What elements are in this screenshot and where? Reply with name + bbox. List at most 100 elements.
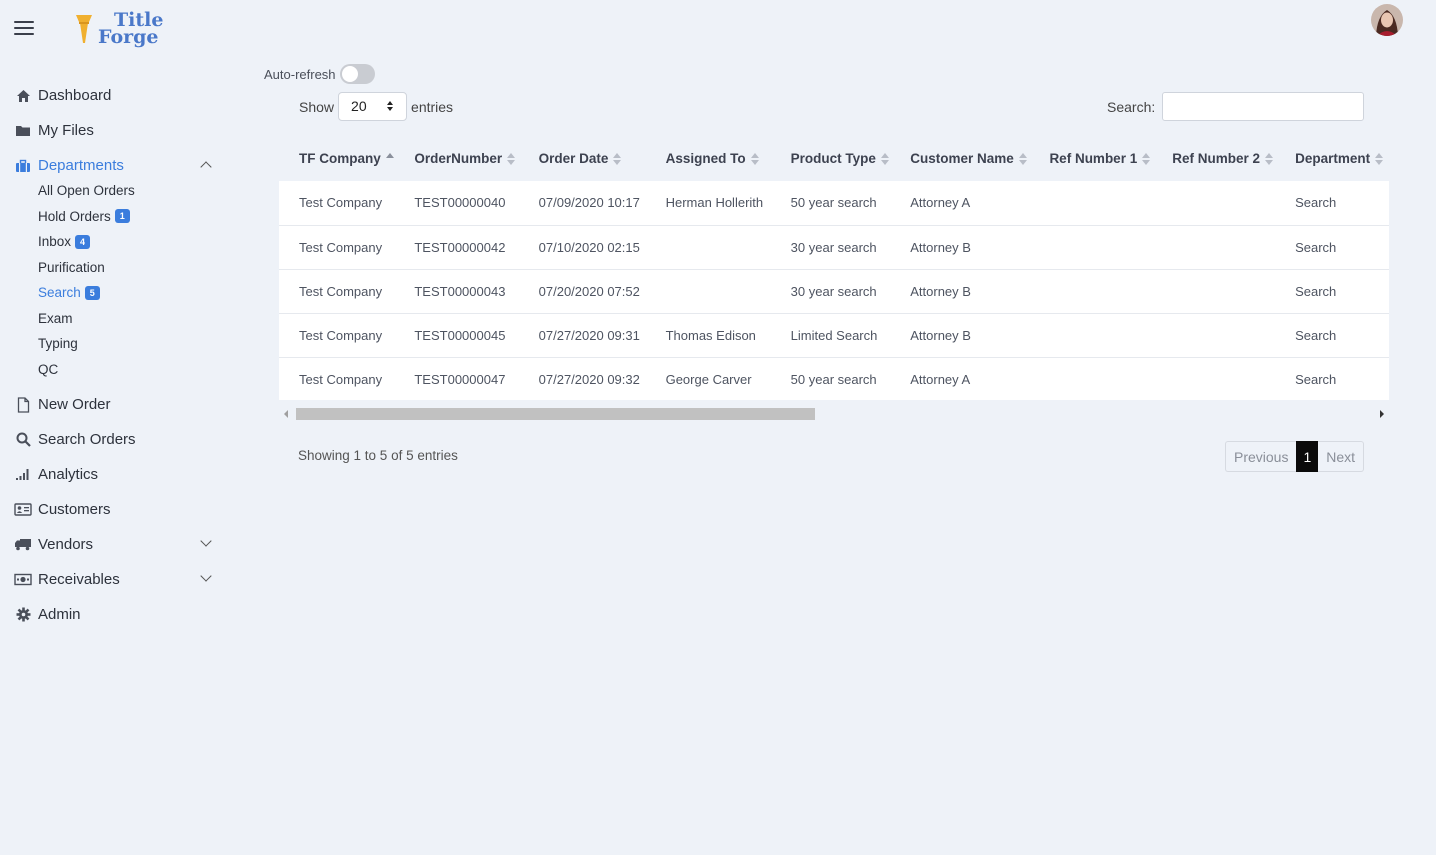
table-cell: TEST00000043 bbox=[394, 269, 519, 314]
auto-refresh-label: Auto-refresh bbox=[264, 66, 336, 82]
search-input[interactable] bbox=[1162, 92, 1365, 121]
subitem-label: All Open Orders bbox=[38, 183, 135, 199]
table-row[interactable]: Test Company TEST00000043 07/20/2020 07:… bbox=[279, 269, 1389, 314]
sidebar-item-label: New Order bbox=[38, 396, 111, 413]
table-cell bbox=[645, 225, 771, 270]
table-cell: 07/09/2020 10:17 bbox=[518, 181, 646, 226]
sidebar-subitem-purification[interactable]: Purification bbox=[38, 255, 232, 281]
sidebar-item-search-orders[interactable]: Search Orders bbox=[0, 422, 232, 457]
sidebar-subitem-inbox[interactable]: Inbox 4 bbox=[38, 229, 232, 255]
sidebar-subitem-search[interactable]: Search 5 bbox=[38, 280, 232, 306]
logo[interactable]: Title Forge bbox=[74, 11, 163, 48]
table-cell: TEST00000042 bbox=[394, 225, 519, 270]
subitem-label: Typing bbox=[38, 336, 78, 352]
sidebar-item-my-files[interactable]: My Files bbox=[0, 113, 232, 148]
table-row[interactable]: Test Company TEST00000042 07/10/2020 02:… bbox=[279, 225, 1389, 270]
sort-icon bbox=[1375, 153, 1384, 166]
id-card-icon bbox=[14, 502, 32, 518]
sidebar-nav: Dashboard My Files Departments bbox=[0, 78, 232, 183]
departments-subnav: All Open Orders Hold Orders 1 Inbox 4 Pu… bbox=[0, 178, 232, 382]
table-cell: Test Company bbox=[279, 225, 395, 270]
table-cell bbox=[1152, 357, 1276, 400]
column-header-label: Customer Name bbox=[910, 151, 1014, 166]
entries-label: entries bbox=[411, 98, 454, 115]
chevron-down-icon[interactable] bbox=[200, 535, 212, 547]
sort-icon bbox=[880, 153, 889, 166]
money-bill-icon bbox=[14, 572, 32, 588]
table-cell: TEST00000047 bbox=[394, 357, 519, 400]
subitem-label: Purification bbox=[38, 259, 105, 275]
search-label: Search: bbox=[1107, 98, 1156, 115]
show-label: Show bbox=[299, 98, 335, 115]
briefcase-icon bbox=[14, 158, 32, 174]
table-cell: Attorney B bbox=[890, 269, 1030, 314]
column-header-label: Assigned To bbox=[665, 151, 746, 166]
column-header-assigned-to[interactable]: Assigned To bbox=[646, 136, 771, 181]
column-header-ref-number-1[interactable]: Ref Number 1 bbox=[1029, 136, 1152, 181]
sidebar: Title Forge Dashboard My Files Departmen… bbox=[0, 0, 232, 855]
column-header-label: Department bbox=[1295, 151, 1371, 166]
table-cell: 07/20/2020 07:52 bbox=[518, 269, 646, 314]
column-header-ref-number-2[interactable]: Ref Number 2 bbox=[1152, 136, 1275, 181]
sidebar-item-receivables[interactable]: Receivables bbox=[0, 562, 232, 597]
scrollbar-thumb[interactable] bbox=[296, 408, 815, 420]
table-cell bbox=[1152, 269, 1276, 314]
logo-line2: Forge bbox=[98, 26, 159, 48]
sidebar-item-admin[interactable]: Admin bbox=[0, 597, 232, 632]
sort-icon bbox=[507, 153, 516, 166]
table-cell: TEST00000040 bbox=[394, 181, 519, 226]
sidebar-item-vendors[interactable]: Vendors bbox=[0, 527, 232, 562]
table-horizontal-scrollbar[interactable] bbox=[279, 405, 1389, 423]
sidebar-item-new-order[interactable]: New Order bbox=[0, 387, 232, 422]
table-cell bbox=[645, 269, 771, 314]
sidebar-item-label: My Files bbox=[38, 122, 94, 139]
sidebar-item-label: Receivables bbox=[38, 571, 120, 588]
chevron-down-icon[interactable] bbox=[200, 570, 212, 582]
sidebar-subitem-exam[interactable]: Exam bbox=[38, 306, 232, 332]
subitem-label: Exam bbox=[38, 310, 73, 326]
table-cell: Attorney B bbox=[890, 225, 1030, 270]
page-1-button[interactable]: 1 bbox=[1296, 441, 1319, 472]
table-row[interactable]: Test Company TEST00000045 07/27/2020 09:… bbox=[279, 313, 1389, 358]
column-header-customer-name[interactable]: Customer Name bbox=[890, 136, 1029, 181]
chevron-up-icon[interactable] bbox=[200, 161, 212, 173]
sidebar-item-label: Search Orders bbox=[38, 431, 136, 448]
column-header-department[interactable]: Department bbox=[1275, 136, 1389, 181]
column-header-order-date[interactable]: Order Date bbox=[519, 136, 646, 181]
column-header-product-type[interactable]: Product Type bbox=[771, 136, 891, 181]
next-page-button[interactable]: Next bbox=[1318, 441, 1365, 472]
table-cell: Search bbox=[1275, 181, 1389, 226]
sort-icon bbox=[750, 153, 759, 166]
sidebar-subitem-qc[interactable]: QC bbox=[38, 357, 232, 383]
scroll-right-arrow-icon[interactable] bbox=[1380, 410, 1384, 418]
entries-select-value: 20 bbox=[351, 98, 367, 114]
column-header-order-number[interactable]: OrderNumber bbox=[394, 136, 518, 181]
user-avatar[interactable] bbox=[1371, 4, 1403, 36]
hamburger-menu-icon[interactable] bbox=[14, 21, 34, 35]
table-cell: 07/27/2020 09:32 bbox=[518, 357, 646, 400]
entries-select[interactable]: 20 bbox=[338, 92, 408, 121]
page-length-control: Show 20 entries bbox=[299, 92, 453, 121]
scroll-left-arrow-icon[interactable] bbox=[284, 410, 288, 418]
previous-page-button[interactable]: Previous bbox=[1225, 441, 1297, 472]
sidebar-item-customers[interactable]: Customers bbox=[0, 492, 232, 527]
table-cell: 50 year search bbox=[770, 181, 891, 226]
file-icon bbox=[14, 396, 32, 413]
sidebar-item-analytics[interactable]: Analytics bbox=[0, 457, 232, 492]
auto-refresh-toggle[interactable] bbox=[339, 64, 375, 84]
sidebar-subitem-all-open-orders[interactable]: All Open Orders bbox=[38, 178, 232, 204]
table-cell: 30 year search bbox=[770, 225, 891, 270]
table-info: Showing 1 to 5 of 5 entries bbox=[298, 448, 458, 463]
table-row[interactable]: Test Company TEST00000047 07/27/2020 09:… bbox=[279, 357, 1389, 400]
sidebar-nav-lower: New Order Search Orders Analytics Custom… bbox=[0, 387, 232, 632]
sidebar-subitem-hold-orders[interactable]: Hold Orders 1 bbox=[38, 204, 232, 230]
sidebar-item-dashboard[interactable]: Dashboard bbox=[0, 78, 232, 113]
search-icon bbox=[14, 432, 32, 448]
table-cell: Test Company bbox=[279, 357, 395, 400]
gear-icon bbox=[14, 607, 32, 623]
sidebar-item-label: Customers bbox=[38, 501, 111, 518]
sidebar-subitem-typing[interactable]: Typing bbox=[38, 331, 232, 357]
table-row[interactable]: Test Company TEST00000040 07/09/2020 10:… bbox=[279, 181, 1389, 226]
column-header-tf-company[interactable]: TF Company bbox=[279, 136, 394, 181]
table-cell: 50 year search bbox=[770, 357, 891, 400]
